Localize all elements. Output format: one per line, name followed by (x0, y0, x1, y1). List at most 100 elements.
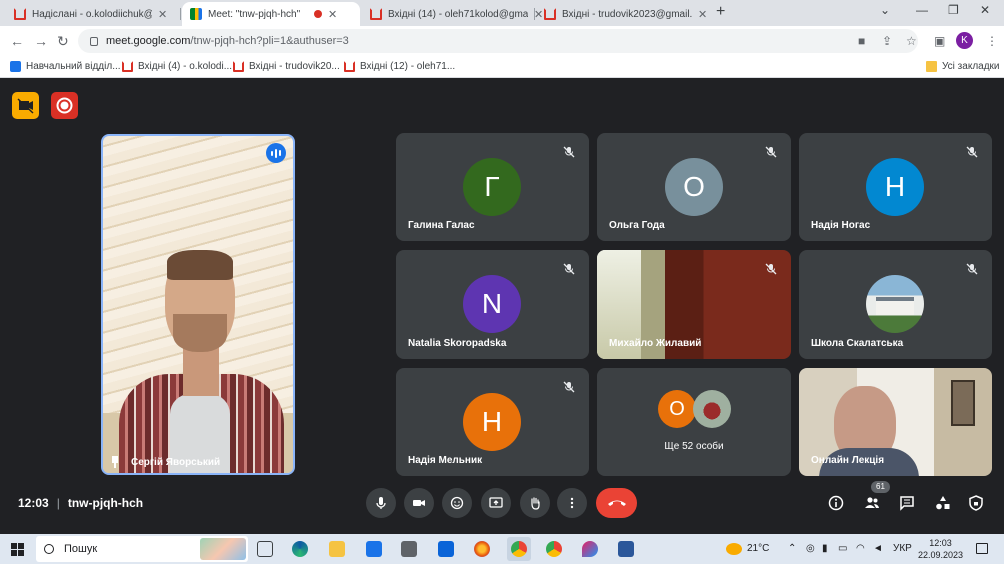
self-video-tile[interactable]: Сергій Яворський (101, 134, 295, 475)
participant-name: Михайло Жилавий (609, 338, 702, 349)
back-arrow-icon[interactable]: ← (10, 33, 24, 49)
participant-name: Сергій Яворський (131, 456, 221, 468)
reload-icon[interactable]: ↻ (57, 33, 69, 50)
bookmark-item[interactable]: Навчальний відділ... (10, 61, 121, 72)
participant-tile[interactable]: Г Галина Галас (396, 133, 589, 241)
participant-tile[interactable]: О Ольга Года (597, 133, 791, 241)
school-building-avatar (866, 275, 924, 333)
tray-icon[interactable]: ▮ (822, 543, 828, 554)
browser-app-icon[interactable] (582, 541, 598, 557)
pin-icon[interactable] (111, 456, 119, 468)
avatar: Н (463, 393, 521, 451)
window-close-button[interactable]: ✕ (980, 3, 990, 17)
system-clock[interactable]: 12:03 22.09.2023 (918, 537, 963, 561)
emoji-icon (450, 496, 464, 510)
present-icon (489, 497, 503, 508)
more-participants-label: Ще 52 особи (664, 441, 724, 452)
activities-button[interactable] (933, 493, 953, 513)
meeting-time: 12:03 (18, 496, 49, 510)
camera-off-icon[interactable] (12, 92, 39, 119)
chrome-icon[interactable] (546, 541, 562, 557)
call-end-icon (607, 500, 626, 506)
tab-meet[interactable]: Meet: "tnw-pjqh-hch" ✕ (182, 2, 360, 26)
camera-blocked-icon[interactable]: ■ (858, 34, 865, 48)
address-bar[interactable]: meet.google.com/tnw-pjqh-hch?pli=1&authu… (78, 29, 918, 53)
bookmark-star-icon[interactable]: ☆ (906, 34, 917, 48)
microphone-button[interactable] (366, 488, 396, 518)
people-button[interactable] (862, 493, 882, 513)
chevron-up-icon[interactable]: ⌃ (788, 543, 796, 554)
tray-icon[interactable]: ◎ (806, 543, 815, 554)
windows-start-icon[interactable] (11, 543, 24, 556)
leave-call-button[interactable] (596, 488, 637, 518)
weather-icon[interactable] (726, 543, 742, 555)
tab-title: Надіслані - o.kolodiichuk@ippo. (32, 8, 152, 20)
participant-name: Надія Ногас (811, 220, 871, 231)
search-icon (44, 544, 54, 554)
bookmark-label: Навчальний відділ... (26, 61, 121, 72)
clock-date: 22.09.2023 (918, 550, 964, 560)
restore-button[interactable]: ❐ (948, 3, 959, 17)
chrome-icon[interactable] (511, 541, 527, 557)
forward-arrow-icon[interactable]: → (34, 33, 48, 49)
camera-button[interactable] (404, 488, 434, 518)
store-icon[interactable] (366, 541, 382, 557)
new-tab-button[interactable]: + (716, 3, 725, 21)
edge-icon[interactable] (292, 541, 308, 557)
minimize-button[interactable]: — (916, 3, 928, 17)
file-explorer-icon[interactable] (329, 541, 345, 557)
participant-video-tile[interactable]: Онлайн Лекція (799, 368, 992, 476)
language-indicator[interactable]: УКР (893, 543, 912, 554)
firefox-icon[interactable] (474, 541, 490, 557)
mail-icon[interactable] (438, 541, 454, 557)
taskbar-search-box[interactable]: Пошук (36, 536, 248, 562)
participant-video-tile[interactable]: Михайло Жилавий (597, 250, 791, 359)
wifi-icon[interactable]: ◠ (856, 543, 865, 554)
meeting-details-button[interactable] (826, 493, 846, 513)
present-screen-button[interactable] (481, 488, 511, 518)
close-icon[interactable]: ✕ (328, 8, 337, 21)
mic-off-icon (966, 145, 978, 158)
meeting-code: tnw-pjqh-hch (67, 496, 144, 510)
profile-avatar[interactable]: K (956, 32, 973, 49)
notifications-icon[interactable] (976, 543, 988, 554)
word-icon[interactable] (618, 541, 634, 557)
calculator-icon[interactable] (401, 541, 417, 557)
tab-inbox-trudovik[interactable]: Вхідні - trudovik2023@gmail.com ✕ (536, 2, 715, 26)
volume-icon[interactable]: ◄ (873, 543, 883, 554)
all-bookmarks[interactable]: Усі закладки (926, 61, 1000, 72)
close-icon[interactable]: ✕ (698, 8, 707, 21)
side-panel-icon[interactable]: ▣ (934, 34, 945, 48)
recording-icon[interactable] (51, 92, 78, 119)
mic-off-icon (765, 145, 777, 158)
reactions-button[interactable] (442, 488, 472, 518)
participant-tile[interactable]: Школа Скалатська (799, 250, 992, 359)
share-icon[interactable]: ⇪ (882, 34, 892, 48)
participant-tile[interactable]: Н Надія Мельник (396, 368, 589, 476)
close-icon[interactable]: ✕ (158, 8, 167, 21)
tab-search-chevron-icon[interactable]: ⌄ (880, 3, 890, 17)
bookmark-item[interactable]: Вхідні (4) - o.kolodi... (122, 61, 232, 72)
meet-icon (190, 8, 202, 20)
task-view-icon[interactable] (257, 541, 273, 557)
participant-name: Natalia Skoropadska (408, 338, 507, 349)
menu-kebab-icon[interactable]: ⋮ (986, 34, 998, 48)
more-vert-icon (570, 497, 574, 509)
tab-title: Вхідні (14) - oleh71kolod@gmail (388, 8, 528, 20)
more-participants-tile[interactable]: О Ще 52 особи (597, 368, 791, 476)
battery-icon[interactable]: ▭ (838, 543, 847, 554)
tab-inbox-oleh[interactable]: Вхідні (14) - oleh71kolod@gmail ✕ (362, 2, 551, 26)
temperature[interactable]: 21°C (747, 543, 769, 554)
bookmark-item[interactable]: Вхідні (12) - oleh71... (344, 61, 455, 72)
raise-hand-button[interactable] (520, 488, 550, 518)
bookmark-item[interactable]: Вхідні - trudovik20... (233, 61, 340, 72)
participant-tile[interactable]: Н Надія Ногас (799, 133, 992, 241)
chat-button[interactable] (897, 493, 917, 513)
participant-tile[interactable]: N Natalia Skoropadska (396, 250, 589, 359)
info-icon (828, 495, 844, 511)
tab-sent-mail[interactable]: Надіслані - o.kolodiichuk@ippo. ✕ (6, 2, 175, 26)
more-options-button[interactable] (557, 488, 587, 518)
bookmark-label: Вхідні (4) - o.kolodi... (138, 61, 233, 72)
host-controls-button[interactable] (966, 493, 986, 513)
meet-window: Сергій Яворський Г Галина Галас О Ольга … (0, 79, 1004, 534)
